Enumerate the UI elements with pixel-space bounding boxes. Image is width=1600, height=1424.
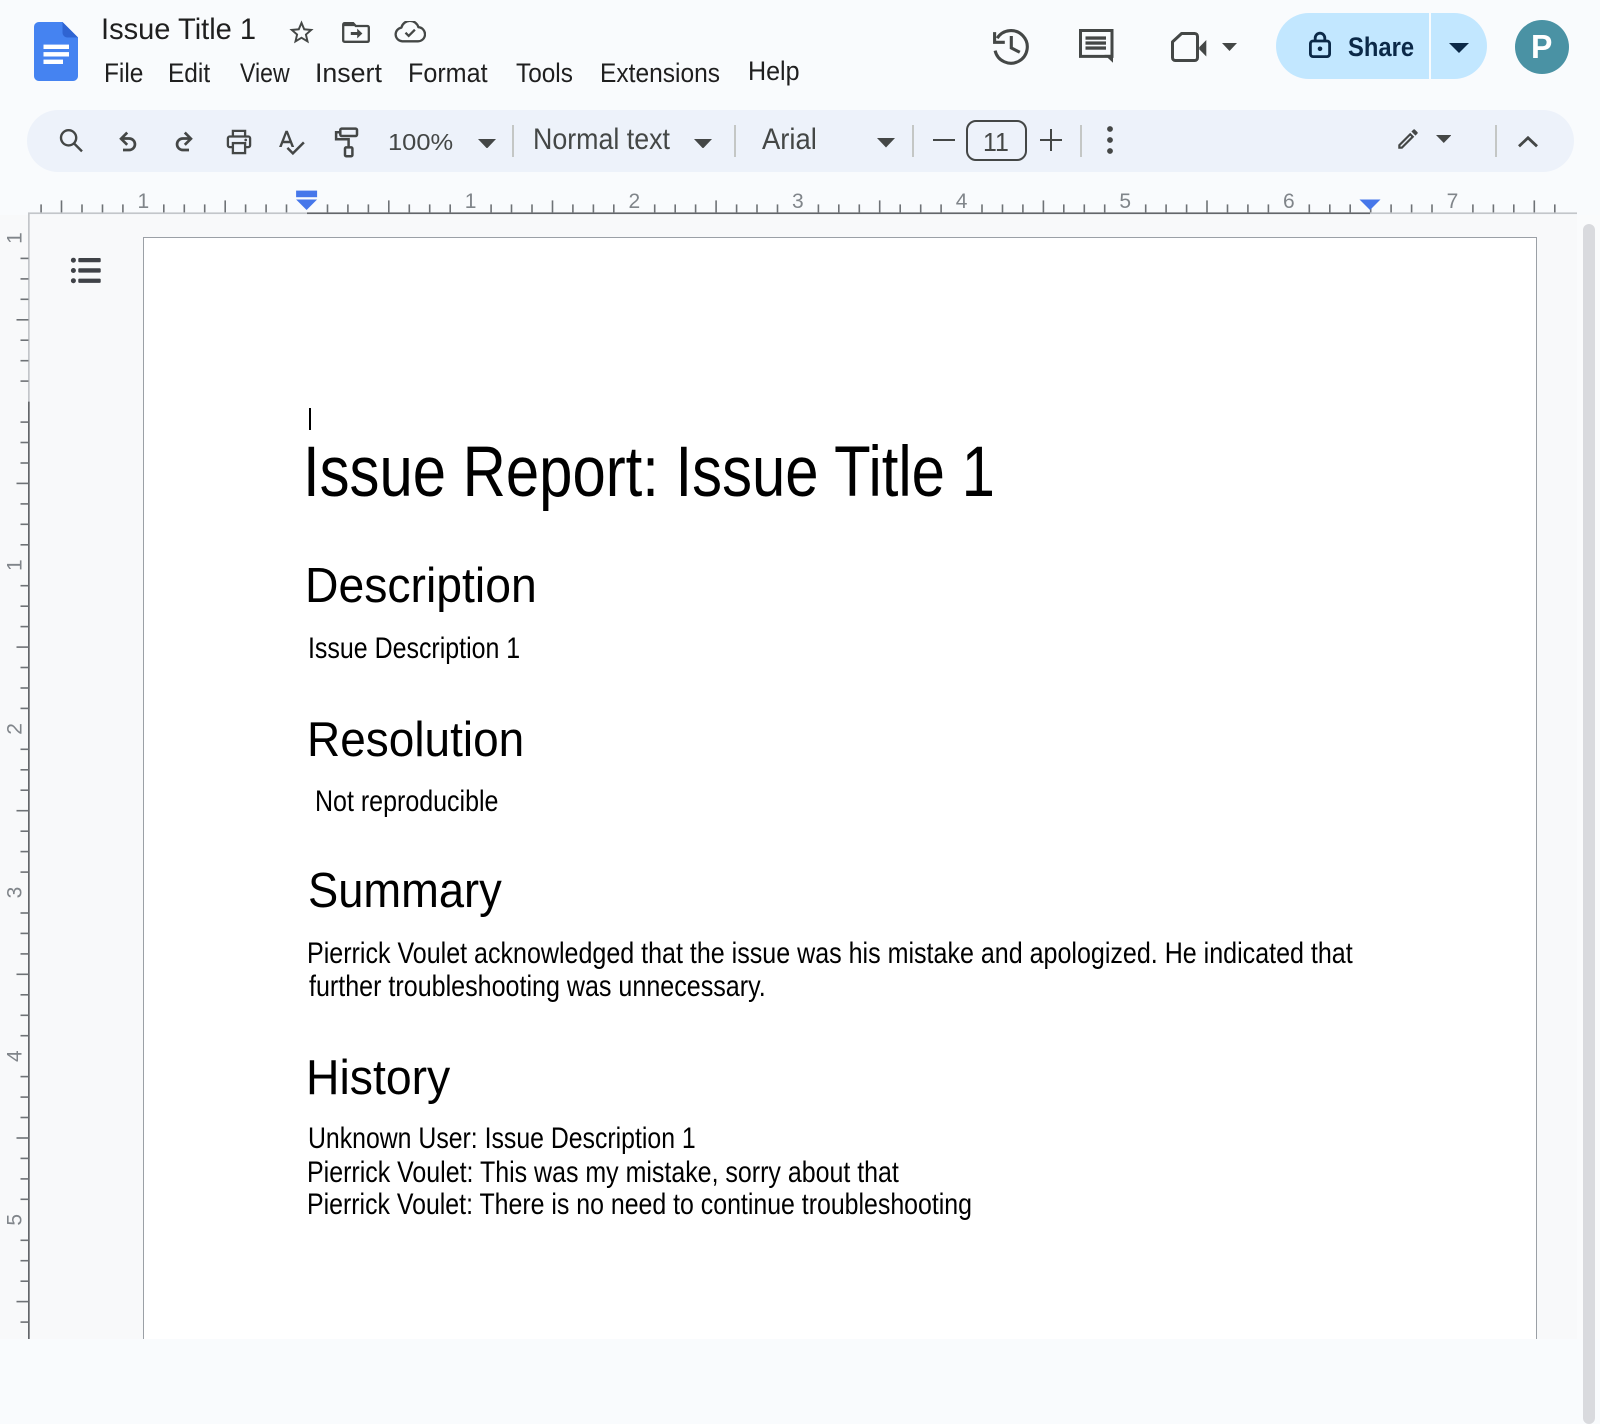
svg-text:2: 2 [628,190,640,213]
svg-text:7: 7 [1447,190,1459,213]
svg-text:4: 4 [956,190,968,213]
svg-text:5: 5 [1119,190,1131,213]
svg-text:4: 4 [4,1050,27,1062]
svg-text:6: 6 [1283,190,1295,213]
svg-text:3: 3 [792,190,804,213]
svg-text:5: 5 [4,1214,27,1226]
svg-text:1: 1 [4,559,27,571]
svg-text:1: 1 [4,232,27,244]
svg-text:1: 1 [138,190,150,213]
svg-text:2: 2 [4,723,27,735]
svg-text:3: 3 [4,887,27,899]
svg-text:1: 1 [465,190,477,213]
